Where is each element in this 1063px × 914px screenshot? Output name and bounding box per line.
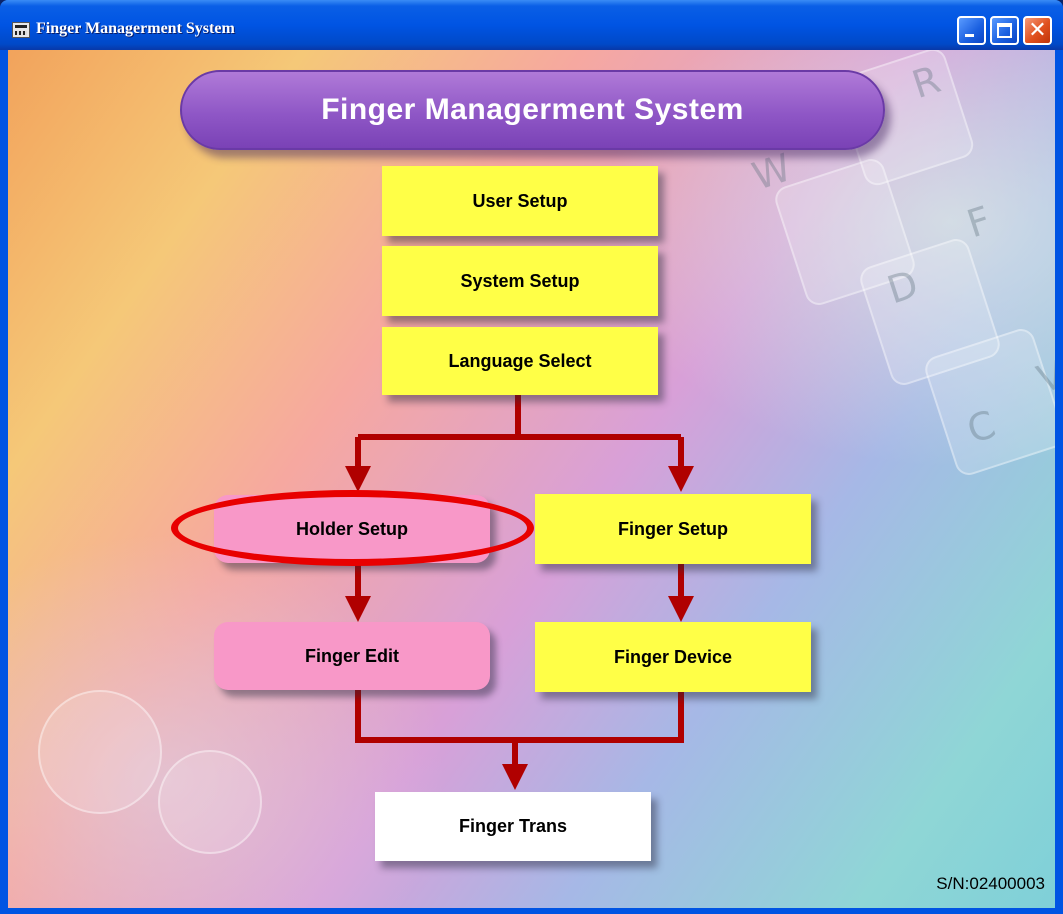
- arrow-merge: [355, 690, 684, 743]
- finger-setup-button[interactable]: Finger Setup: [535, 494, 811, 564]
- main-panel: R W F D C V Finger Managerment System Us…: [8, 50, 1055, 908]
- close-icon: ✕: [1028, 18, 1047, 43]
- finger-device-button[interactable]: Finger Device: [535, 622, 811, 692]
- finger-edit-button[interactable]: Finger Edit: [214, 622, 490, 690]
- arrowhead: [345, 596, 371, 622]
- title-bar[interactable]: Finger Managerment System ✕: [0, 0, 1063, 50]
- finger-trans-button[interactable]: Finger Trans: [375, 792, 651, 861]
- arrowhead: [502, 764, 528, 790]
- language-select-button[interactable]: Language Select: [382, 327, 658, 395]
- minimize-icon: [965, 34, 974, 37]
- maximize-icon: [997, 23, 1012, 38]
- arrowhead: [668, 596, 694, 622]
- user-setup-button[interactable]: User Setup: [382, 166, 658, 236]
- close-button[interactable]: ✕: [1023, 16, 1052, 45]
- minimize-button[interactable]: [957, 16, 986, 45]
- serial-number: S/N:02400003: [936, 874, 1045, 893]
- window-title: Finger Managerment System: [36, 20, 235, 37]
- arrowhead: [345, 466, 371, 492]
- highlight-ring: [171, 490, 534, 566]
- maximize-button[interactable]: [990, 16, 1019, 45]
- system-setup-button[interactable]: System Setup: [382, 246, 658, 316]
- application-window: Finger Managerment System ✕ R W F D C V …: [0, 0, 1063, 914]
- app-icon[interactable]: [12, 22, 30, 38]
- arrowhead: [668, 466, 694, 492]
